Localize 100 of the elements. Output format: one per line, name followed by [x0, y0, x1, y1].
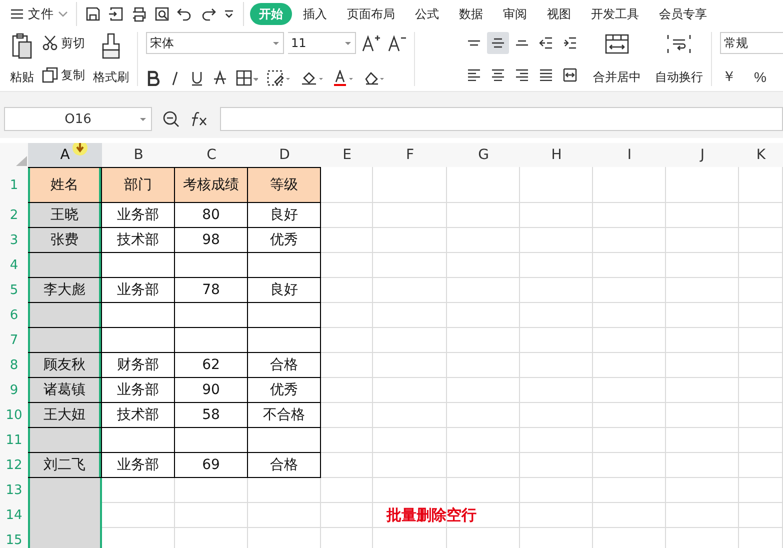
column-header[interactable]: E — [321, 143, 373, 167]
ribbon-tab[interactable]: 页面布局 — [338, 3, 404, 25]
table-cell: 69 — [175, 453, 248, 478]
align-outdent-icon — [539, 37, 553, 49]
wrap-text-button[interactable]: 自动换行 — [653, 32, 705, 86]
align-right-icon — [515, 69, 529, 81]
merge-center-button[interactable]: 合并居中 — [591, 32, 643, 86]
table-cell: 78 — [175, 278, 248, 303]
table-cell: 不合格 — [248, 403, 321, 428]
borders-icon[interactable] — [236, 70, 258, 86]
table-cell: 王晓 — [28, 203, 102, 228]
file-menu[interactable]: 文件 — [8, 2, 70, 26]
dropdown-icon[interactable] — [223, 8, 235, 20]
column-header[interactable]: C — [175, 143, 248, 167]
scissors-icon — [42, 35, 58, 51]
ribbon-tab[interactable]: 会员专享 — [650, 3, 716, 25]
copy-icon — [42, 67, 58, 83]
table-cell: 张费 — [28, 228, 102, 253]
increase-font-icon[interactable] — [360, 33, 382, 53]
table-cell: 顾友秋 — [28, 353, 102, 378]
dropdown-icon — [139, 116, 147, 122]
font-field[interactable]: 宋体 — [146, 32, 284, 54]
align-indent-icon — [563, 37, 577, 49]
chevron-down-icon — [58, 10, 68, 18]
save-icon[interactable] — [85, 6, 101, 22]
merge-cells-icon — [604, 32, 630, 56]
ribbon-tab[interactable]: 视图 — [538, 3, 580, 25]
format-painter-button[interactable]: 格式刷 — [91, 32, 131, 86]
column-header[interactable]: G — [447, 143, 520, 167]
table-cell: 合格 — [248, 353, 321, 378]
menu-icon — [10, 8, 24, 20]
print-preview-icon[interactable] — [154, 6, 170, 22]
print-icon[interactable] — [131, 6, 147, 22]
currency-button[interactable]: ￥ — [720, 68, 738, 86]
table-cell: 62 — [175, 353, 248, 378]
header-cell: 姓名 — [28, 167, 102, 203]
percent-button[interactable]: % — [752, 69, 768, 85]
cursor-icon — [72, 143, 88, 156]
table-cell: 业务部 — [102, 453, 175, 478]
table-cell: 刘二飞 — [28, 453, 102, 478]
table-cell: 98 — [175, 228, 248, 253]
ribbon-tab[interactable]: 开发工具 — [582, 3, 648, 25]
table-cell: 90 — [175, 378, 248, 403]
header-cell: 部门 — [102, 167, 175, 203]
formula-input[interactable] — [220, 107, 783, 131]
redo-icon[interactable] — [200, 6, 216, 22]
header-cell: 考核成绩 — [175, 167, 248, 203]
align-bottom-icon — [515, 40, 529, 46]
table-cell: 58 — [175, 403, 248, 428]
table-cell: 王大妞 — [28, 403, 102, 428]
table-cell: 业务部 — [102, 378, 175, 403]
ribbon-tab[interactable]: 审阅 — [494, 3, 536, 25]
table-cell: 诸葛镇 — [28, 378, 102, 403]
copy-button[interactable]: 复制 — [42, 64, 85, 86]
decrease-font-icon[interactable] — [386, 33, 408, 53]
wrap-text-icon — [666, 32, 692, 56]
number-format-field[interactable]: 常规 — [720, 32, 783, 54]
column-header[interactable]: K — [739, 143, 783, 167]
annotation-text: 批量删除空行 — [385, 505, 478, 526]
dropdown-icon — [344, 40, 352, 46]
ribbon-tab[interactable]: 公式 — [406, 3, 448, 25]
clipboard-icon — [10, 32, 34, 60]
paste-button[interactable]: 粘贴 — [8, 32, 36, 86]
cell-style-icon[interactable] — [267, 70, 291, 86]
table-cell: 技术部 — [102, 403, 175, 428]
column-header[interactable]: F — [373, 143, 447, 167]
header-cell: 等级 — [248, 167, 321, 203]
align-left-icon — [467, 69, 481, 81]
table-cell: 良好 — [248, 278, 321, 303]
table-cell: 良好 — [248, 203, 321, 228]
font-color-icon[interactable] — [333, 70, 355, 86]
table-cell: 李大彪 — [28, 278, 102, 303]
font-size-field[interactable]: 11 — [288, 32, 356, 54]
column-header[interactable]: I — [593, 143, 666, 167]
column-header[interactable]: D — [248, 143, 321, 167]
ribbon-tab[interactable]: 插入 — [294, 3, 336, 25]
column-header[interactable]: B — [102, 143, 175, 167]
column-header[interactable]: J — [666, 143, 739, 167]
align-middle-button[interactable] — [487, 32, 509, 54]
table-cell: 优秀 — [248, 378, 321, 403]
name-box[interactable]: O16 — [4, 107, 152, 131]
ribbon-tab[interactable]: 数据 — [450, 3, 492, 25]
table-cell: 业务部 — [102, 203, 175, 228]
cut-button[interactable]: 剪切 — [42, 32, 85, 54]
table-cell: 合格 — [248, 453, 321, 478]
table-cell: 80 — [175, 203, 248, 228]
eraser-icon[interactable] — [364, 70, 386, 86]
table-cell: 优秀 — [248, 228, 321, 253]
fill-color-icon[interactable] — [300, 70, 324, 86]
column-header[interactable]: H — [520, 143, 593, 167]
export-icon[interactable] — [108, 6, 124, 22]
undo-icon[interactable] — [177, 6, 193, 22]
align-distributed-icon — [563, 68, 577, 82]
align-justify-icon — [539, 69, 553, 81]
align-middle-icon — [491, 38, 505, 48]
zoom-icon[interactable] — [162, 110, 180, 128]
bold-icon[interactable] — [146, 70, 160, 86]
underline-icon[interactable] — [190, 70, 204, 86]
table-cell: 技术部 — [102, 228, 175, 253]
strikethrough-icon[interactable] — [213, 70, 227, 86]
